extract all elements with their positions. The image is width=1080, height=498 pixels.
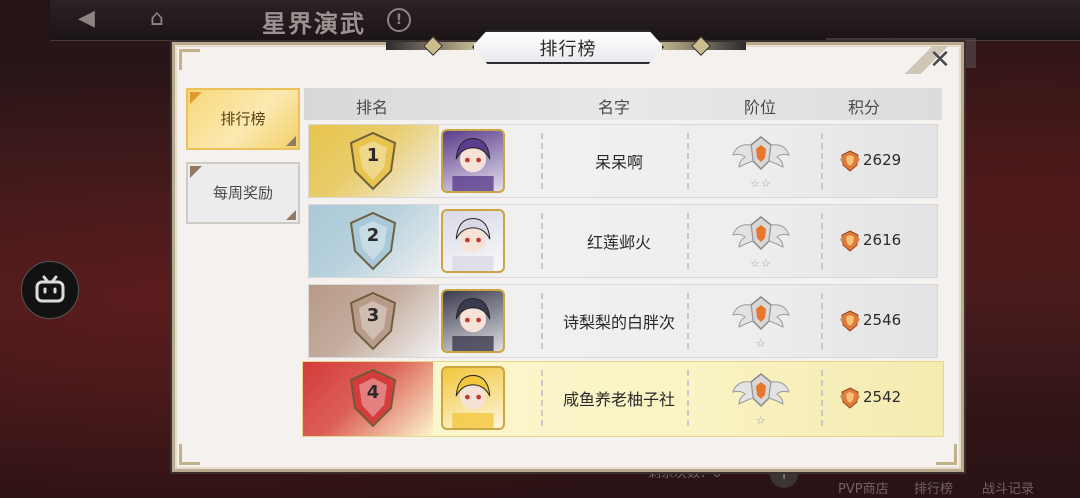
winged-emblem-icon [732, 136, 790, 171]
header-rank: 排名 [356, 98, 389, 117]
tier-emblem: ☆☆ [731, 131, 791, 191]
table-row[interactable]: 1 呆呆啊 ☆☆ 2629 [308, 124, 938, 198]
tab-weekly-rewards[interactable]: 每周奖励 [186, 162, 300, 224]
player-score: 2542 [863, 388, 902, 406]
rank-number: 3 [366, 305, 380, 326]
tv-icon [35, 275, 65, 303]
player-name: 红莲邺火 [586, 233, 651, 252]
battle-log-button[interactable]: 战斗记录 [982, 478, 1034, 497]
rank-number: 2 [366, 225, 380, 246]
help-icon[interactable]: ! [387, 8, 411, 32]
player-score: 2546 [863, 311, 902, 329]
player-score: 2616 [863, 231, 902, 249]
back-arrow-icon[interactable]: ◀ [78, 6, 95, 31]
portrait-icon [452, 298, 494, 351]
close-button[interactable]: ✕ [922, 44, 958, 78]
column-divider [687, 293, 689, 349]
bilibili-float-button[interactable] [21, 261, 79, 319]
player-avatar[interactable] [441, 289, 505, 353]
corner-decoration [179, 49, 200, 70]
rank-number: 1 [366, 145, 380, 166]
winged-emblem-icon [732, 296, 790, 331]
player-avatar[interactable] [441, 209, 505, 273]
table-row[interactable]: 2 红莲邺火 ☆☆ 2616 [308, 204, 938, 278]
portrait-icon [452, 218, 494, 271]
column-divider [687, 370, 689, 426]
column-divider [821, 293, 823, 349]
column-divider [821, 133, 823, 189]
corner-decoration [179, 444, 200, 465]
tab-label: 每周奖励 [212, 184, 273, 202]
close-icon: ✕ [929, 45, 951, 75]
tab-ranking[interactable]: 排行榜 [186, 88, 300, 150]
player-avatar[interactable] [441, 129, 505, 193]
column-divider [687, 213, 689, 269]
screen-title: 星界演武 [262, 10, 366, 38]
score-medal-icon [840, 150, 860, 172]
score-medal-icon [840, 310, 860, 332]
column-divider [821, 370, 823, 426]
table-row[interactable]: 4 咸鱼养老柚子社 ☆ 2542 [302, 361, 944, 437]
column-divider [687, 133, 689, 189]
column-divider [821, 213, 823, 269]
tab-label: 排行榜 [220, 110, 266, 128]
winged-emblem-icon [732, 373, 790, 408]
tier-stars: ☆☆ [750, 177, 772, 190]
column-divider [541, 213, 543, 269]
portrait-icon [452, 138, 494, 191]
tier-emblem: ☆☆ [731, 211, 791, 271]
header-tier: 阶位 [744, 98, 777, 117]
tier-stars: ☆ [755, 337, 767, 350]
score-medal-icon [840, 387, 860, 409]
diamond-icon [423, 36, 443, 56]
home-icon[interactable]: ⌂ [150, 6, 164, 31]
player-name: 呆呆啊 [594, 153, 643, 172]
diamond-icon [691, 36, 711, 56]
score-medal-icon [840, 230, 860, 252]
player-avatar[interactable] [441, 366, 505, 430]
title-plate: 排行榜 [472, 30, 664, 64]
winged-emblem-icon [732, 216, 790, 251]
player-name: 诗梨梨的白胖次 [562, 313, 675, 332]
player-name: 咸鱼养老柚子社 [562, 390, 675, 409]
header-name: 名字 [598, 98, 631, 117]
modal-title-banner: 排行榜 [386, 30, 748, 64]
player-score: 2629 [863, 151, 902, 169]
tier-stars: ☆☆ [750, 257, 772, 270]
corner-decoration [936, 444, 957, 465]
header-score: 积分 [848, 98, 881, 117]
column-divider [541, 133, 543, 189]
table-row[interactable]: 3 诗梨梨的白胖次 ☆ 2546 [308, 284, 938, 358]
tier-stars: ☆ [755, 414, 767, 427]
rank-number: 4 [366, 382, 380, 403]
ranking-button[interactable]: 排行榜 [914, 478, 953, 497]
table-header: 排名 名字 阶位 积分 [304, 88, 942, 120]
portrait-icon [452, 375, 494, 428]
tier-emblem: ☆ [731, 368, 791, 428]
pvp-shop-button[interactable]: PVP商店 [838, 478, 889, 497]
tier-emblem: ☆ [731, 291, 791, 351]
column-divider [541, 370, 543, 426]
column-divider [541, 293, 543, 349]
modal-title: 排行榜 [539, 39, 597, 60]
